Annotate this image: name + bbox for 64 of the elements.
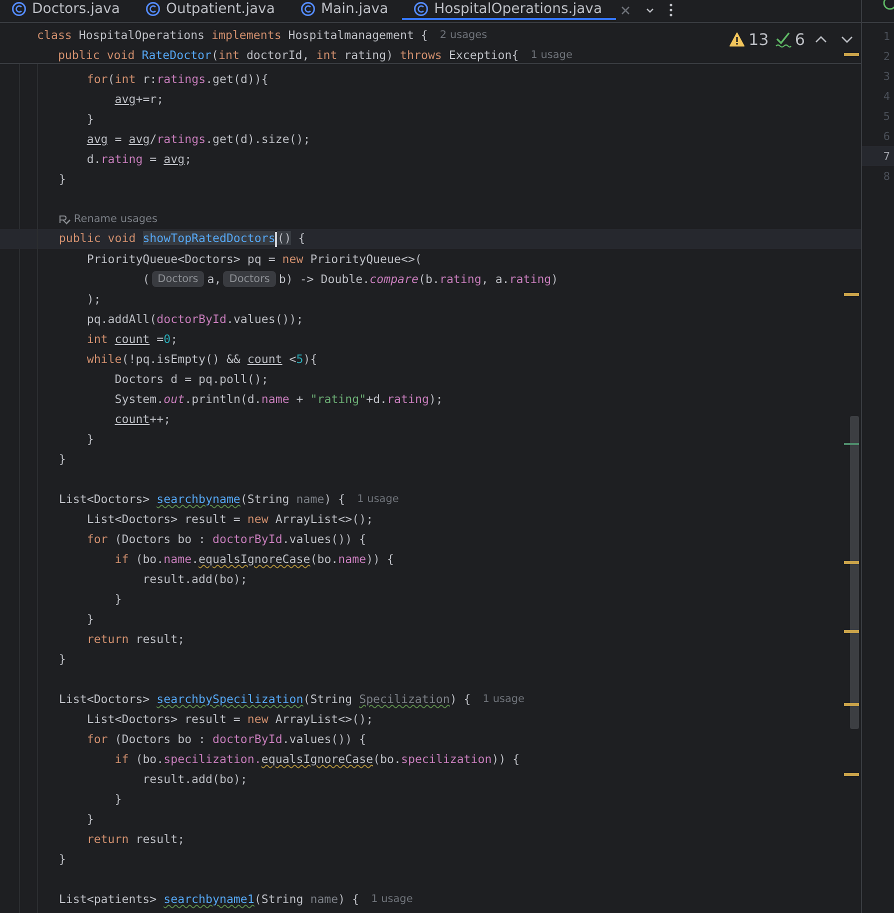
code-line: List<Doctors> searchbyname(String name) {	[58, 492, 346, 506]
file-tab[interactable]: Doctors.java	[0, 0, 134, 20]
code-line: }	[114, 792, 122, 806]
rename-icon	[58, 214, 71, 224]
code-line: }	[86, 612, 94, 626]
code-line: int count =0;	[86, 332, 178, 346]
code-line: }	[58, 652, 66, 666]
code-line: class HospitalOperations implements Hospitalmanagement {	[37, 28, 428, 42]
class-file-icon	[300, 2, 315, 16]
code-line: result.add(bo);	[142, 772, 248, 786]
code-line: Doctors d = pq.poll();	[114, 372, 268, 386]
code-line: while(!pq.isEmpty() && count <5){	[86, 352, 318, 366]
code-line: if (bo.specilization.equalsIgnoreCase(bo.specilization)) {	[114, 752, 520, 766]
chevron-down-icon[interactable]	[645, 6, 656, 14]
file-tab[interactable]: Main.java	[288, 0, 402, 20]
code-line: }	[114, 592, 122, 606]
code-line: }	[58, 452, 66, 466]
class-file-icon	[146, 2, 160, 16]
code-line: );	[86, 292, 101, 306]
code-line: pq.addAll(doctorById.values());	[86, 312, 304, 326]
code-line: List<patients> searchbyname1(String name) {	[58, 892, 360, 906]
code-text: a,	[207, 272, 222, 286]
code-line: List<Doctors> result = new ArrayList<>();	[86, 712, 374, 726]
code-line: List<Doctors> result = new ArrayList<>();	[86, 512, 374, 526]
code-line: public void showTopRatedDoctors () {	[58, 231, 306, 247]
code-line: return result;	[86, 632, 185, 646]
scrollbar-thumb[interactable]	[850, 416, 859, 729]
code-line: }	[58, 172, 66, 186]
code-line: for(int r:ratings.get(d)){	[86, 72, 268, 86]
code-line: }	[58, 852, 66, 866]
code-line: count++;	[114, 412, 171, 426]
code-line: List<Doctors> searchbySpecilization(String Specilization) {	[58, 692, 471, 706]
code-line: }	[86, 112, 94, 126]
weak-warning-count[interactable]: 6	[794, 30, 805, 49]
class-file-icon	[12, 2, 26, 16]
code-line: }	[86, 812, 94, 826]
code-line: d.rating = avg;	[86, 152, 192, 166]
code-line: PriorityQueue<Doctors> pq = new PriorityQueue<>(	[86, 252, 422, 266]
type-hint: Doctors	[223, 271, 276, 287]
code-line: public void RateDoctor(int doctorId, int rating) throws Exception{	[58, 48, 519, 62]
chevron-up-icon	[815, 35, 827, 44]
code-text: (	[142, 272, 150, 286]
code-text: b) -> Double.compare(b.rating, a.rating)	[278, 272, 558, 286]
code-line: }	[86, 432, 94, 446]
type-hint: Doctors	[152, 271, 204, 287]
warning-count[interactable]: 13	[748, 30, 769, 49]
code-line: avg+=r;	[114, 92, 164, 106]
code-line: return result;	[86, 832, 185, 846]
file-tab[interactable]: Outpatient.java	[134, 0, 289, 20]
code-line: System.out.println(d.name + "rating"+d.rating);	[114, 392, 443, 406]
line-number: 7	[862, 146, 894, 166]
code-line: if (bo.name.equalsIgnoreCase(bo.name)) {	[114, 552, 394, 566]
code-line: result.add(bo);	[142, 572, 248, 586]
close-icon[interactable]	[620, 4, 632, 16]
file-tab[interactable]: HospitalOperations.java	[402, 0, 616, 20]
code-line: for (Doctors bo : doctorById.values()) {	[86, 532, 366, 546]
chevron-down-icon	[841, 35, 853, 44]
more-icon[interactable]	[669, 3, 674, 17]
class-file-icon	[414, 2, 428, 16]
warning-icon	[729, 32, 746, 47]
rename-hint[interactable]: Rename usages	[58, 213, 158, 225]
code-line: avg = avg/ratings.get(d).size();	[86, 132, 310, 146]
check-icon	[774, 31, 792, 48]
code-line: for (Doctors bo : doctorById.values()) {	[86, 732, 366, 746]
